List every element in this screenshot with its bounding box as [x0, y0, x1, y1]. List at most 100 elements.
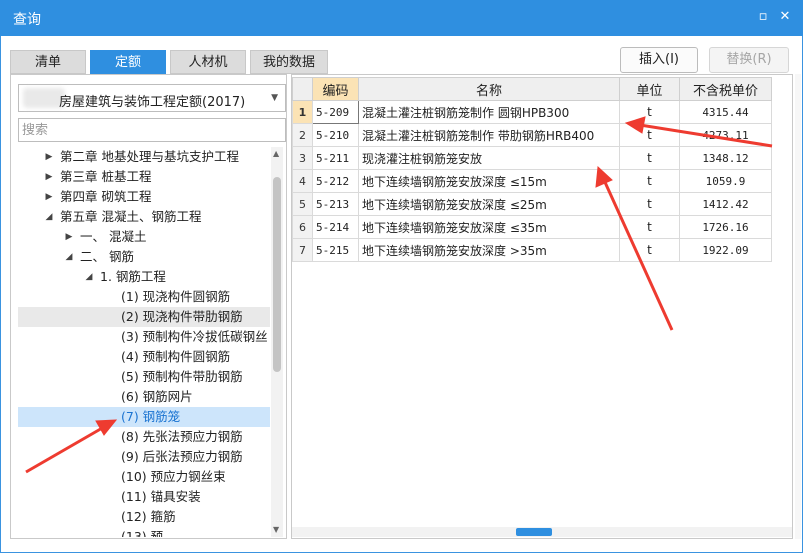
- replace-button[interactable]: 替换(R): [709, 47, 789, 73]
- header-code[interactable]: 编码: [312, 77, 359, 101]
- header-name[interactable]: 名称: [358, 77, 620, 101]
- tree-item-label: (12) 箍筋: [121, 509, 176, 524]
- tree-item[interactable]: (8) 先张法预应力钢筋: [18, 427, 270, 447]
- table-row[interactable]: 7 5-215 地下连续墙钢筋笼安放深度 >35m t 1922.09: [292, 238, 772, 262]
- name-cell[interactable]: 混凝土灌注桩钢筋笼制作 带肋钢筋HRB400: [358, 123, 620, 147]
- code-cell[interactable]: 5-210: [312, 123, 359, 147]
- insert-button[interactable]: 插入(I): [620, 47, 698, 73]
- hscroll-thumb[interactable]: [516, 528, 552, 536]
- unit-cell[interactable]: t: [619, 238, 680, 262]
- chevron-down-icon[interactable]: ▼: [271, 93, 278, 103]
- tree-item[interactable]: (4) 预制构件圆钢筋: [18, 347, 270, 367]
- tree-item-label: 一、 混凝土: [80, 229, 147, 244]
- tree-item[interactable]: (10) 预应力钢丝束: [18, 467, 270, 487]
- tree-item-label: (11) 锚具安装: [121, 489, 201, 504]
- tree-item[interactable]: (2) 现浇构件带肋钢筋: [18, 307, 270, 327]
- unit-cell[interactable]: t: [619, 146, 680, 170]
- tree-item[interactable]: ◢ 二、 钢筋: [18, 247, 270, 267]
- name-cell[interactable]: 地下连续墙钢筋笼安放深度 >35m: [358, 238, 620, 262]
- unit-cell[interactable]: t: [619, 192, 680, 216]
- scrollbar-thumb[interactable]: [273, 177, 281, 372]
- tab-bill[interactable]: 清单: [10, 50, 86, 74]
- price-cell[interactable]: 1348.12: [679, 146, 772, 170]
- tree-item[interactable]: ▶ 第三章 桩基工程: [18, 167, 270, 187]
- header-unit[interactable]: 单位: [619, 77, 680, 101]
- tree-item-label: 第四章 砌筑工程: [60, 189, 152, 204]
- search-input[interactable]: [18, 118, 286, 142]
- triangle-right-icon[interactable]: ▶: [44, 167, 54, 187]
- price-cell[interactable]: 1059.9: [679, 169, 772, 193]
- scroll-down-icon[interactable]: ▼: [273, 525, 279, 534]
- tree-item[interactable]: ▶ 第二章 地基处理与基坑支护工程: [18, 147, 270, 167]
- name-cell[interactable]: 地下连续墙钢筋笼安放深度 ≤25m: [358, 192, 620, 216]
- unit-cell[interactable]: t: [619, 215, 680, 239]
- tree-item-label: (2) 现浇构件带肋钢筋: [121, 309, 243, 324]
- tree-item[interactable]: (3) 预制构件冷拔低碳钢丝: [18, 327, 270, 347]
- row-number: 1: [292, 100, 313, 124]
- unit-cell[interactable]: t: [619, 169, 680, 193]
- scroll-up-icon[interactable]: ▲: [273, 149, 279, 158]
- name-cell[interactable]: 地下连续墙钢筋笼安放深度 ≤35m: [358, 215, 620, 239]
- triangle-down-icon[interactable]: ◢: [84, 267, 94, 287]
- header-price[interactable]: 不含税单价: [679, 77, 772, 101]
- row-number: 5: [292, 192, 313, 216]
- triangle-right-icon[interactable]: ▶: [44, 147, 54, 167]
- triangle-right-icon[interactable]: ▶: [64, 227, 74, 247]
- price-cell[interactable]: 4315.44: [679, 100, 772, 124]
- table-header-row: 编码 名称 单位 不含税单价: [292, 77, 772, 101]
- quota-library-select[interactable]: 房屋建筑与装饰工程定额(2017) ▼: [18, 84, 286, 112]
- tree-item[interactable]: (5) 预制构件带肋钢筋: [18, 367, 270, 387]
- code-cell[interactable]: 5-214: [312, 215, 359, 239]
- price-cell[interactable]: 1726.16: [679, 215, 772, 239]
- table-row[interactable]: 2 5-210 混凝土灌注桩钢筋笼制作 带肋钢筋HRB400 t 4273.11: [292, 123, 772, 147]
- table-row[interactable]: 6 5-214 地下连续墙钢筋笼安放深度 ≤35m t 1726.16: [292, 215, 772, 239]
- unit-cell[interactable]: t: [619, 123, 680, 147]
- tree-item[interactable]: (9) 后张法预应力钢筋: [18, 447, 270, 467]
- close-icon[interactable]: ✕: [776, 8, 794, 26]
- name-cell[interactable]: 混凝土灌注桩钢筋笼制作 圆钢HPB300: [358, 100, 620, 124]
- unit-cell[interactable]: t: [619, 100, 680, 124]
- tree-item-label: 第二章 地基处理与基坑支护工程: [60, 149, 239, 164]
- table-row[interactable]: 4 5-212 地下连续墙钢筋笼安放深度 ≤15m t 1059.9: [292, 169, 772, 193]
- tree-item[interactable]: (7) 钢筋笼: [18, 407, 270, 427]
- price-cell[interactable]: 1412.42: [679, 192, 772, 216]
- code-cell[interactable]: 5-209: [312, 100, 359, 124]
- triangle-right-icon[interactable]: ▶: [44, 187, 54, 207]
- tree-item[interactable]: (13) 预...: [18, 527, 270, 537]
- name-cell[interactable]: 现浇灌注桩钢筋笼安放: [358, 146, 620, 170]
- minimize-icon[interactable]: ▫: [754, 8, 772, 26]
- triangle-down-icon[interactable]: ◢: [64, 247, 74, 267]
- price-cell[interactable]: 4273.11: [679, 123, 772, 147]
- tab-my-data[interactable]: 我的数据: [250, 50, 328, 74]
- tree-item[interactable]: (6) 钢筋网片: [18, 387, 270, 407]
- tree-item[interactable]: ▶ 第四章 砌筑工程: [18, 187, 270, 207]
- tree-item-label: (6) 钢筋网片: [121, 389, 193, 404]
- code-cell[interactable]: 5-211: [312, 146, 359, 170]
- tree-item-label: 二、 钢筋: [80, 249, 134, 264]
- tab-quota[interactable]: 定额: [90, 50, 166, 74]
- tree-item-label: (1) 现浇构件圆钢筋: [121, 289, 231, 304]
- code-cell[interactable]: 5-213: [312, 192, 359, 216]
- tree-item[interactable]: (1) 现浇构件圆钢筋: [18, 287, 270, 307]
- tree-item-label: (8) 先张法预应力钢筋: [121, 429, 243, 444]
- row-number: 7: [292, 238, 313, 262]
- table-row[interactable]: 1 5-209 混凝土灌注桩钢筋笼制作 圆钢HPB300 t 4315.44: [292, 100, 772, 124]
- price-cell[interactable]: 1922.09: [679, 238, 772, 262]
- tree-item-label: (9) 后张法预应力钢筋: [121, 449, 243, 464]
- name-cell[interactable]: 地下连续墙钢筋笼安放深度 ≤15m: [358, 169, 620, 193]
- tree-scrollbar[interactable]: ▲ ▼: [271, 147, 283, 537]
- code-cell[interactable]: 5-215: [312, 238, 359, 262]
- table-row[interactable]: 5 5-213 地下连续墙钢筋笼安放深度 ≤25m t 1412.42: [292, 192, 772, 216]
- tree-item-label: (7) 钢筋笼: [121, 409, 181, 424]
- code-cell[interactable]: 5-212: [312, 169, 359, 193]
- tree-item[interactable]: ▶ 一、 混凝土: [18, 227, 270, 247]
- quota-table: 编码 名称 单位 不含税单价 1 5-209 混凝土灌注桩钢筋笼制作 圆钢HPB30…: [292, 77, 772, 262]
- tree-item[interactable]: (12) 箍筋: [18, 507, 270, 527]
- table-hscrollbar[interactable]: [292, 527, 792, 537]
- table-row[interactable]: 3 5-211 现浇灌注桩钢筋笼安放 t 1348.12: [292, 146, 772, 170]
- tab-labor-material[interactable]: 人材机: [170, 50, 246, 74]
- tree-item[interactable]: ◢ 1. 钢筋工程: [18, 267, 270, 287]
- tree-item[interactable]: ◢ 第五章 混凝土、钢筋工程: [18, 207, 270, 227]
- tree-item[interactable]: (11) 锚具安装: [18, 487, 270, 507]
- triangle-down-icon[interactable]: ◢: [44, 207, 54, 227]
